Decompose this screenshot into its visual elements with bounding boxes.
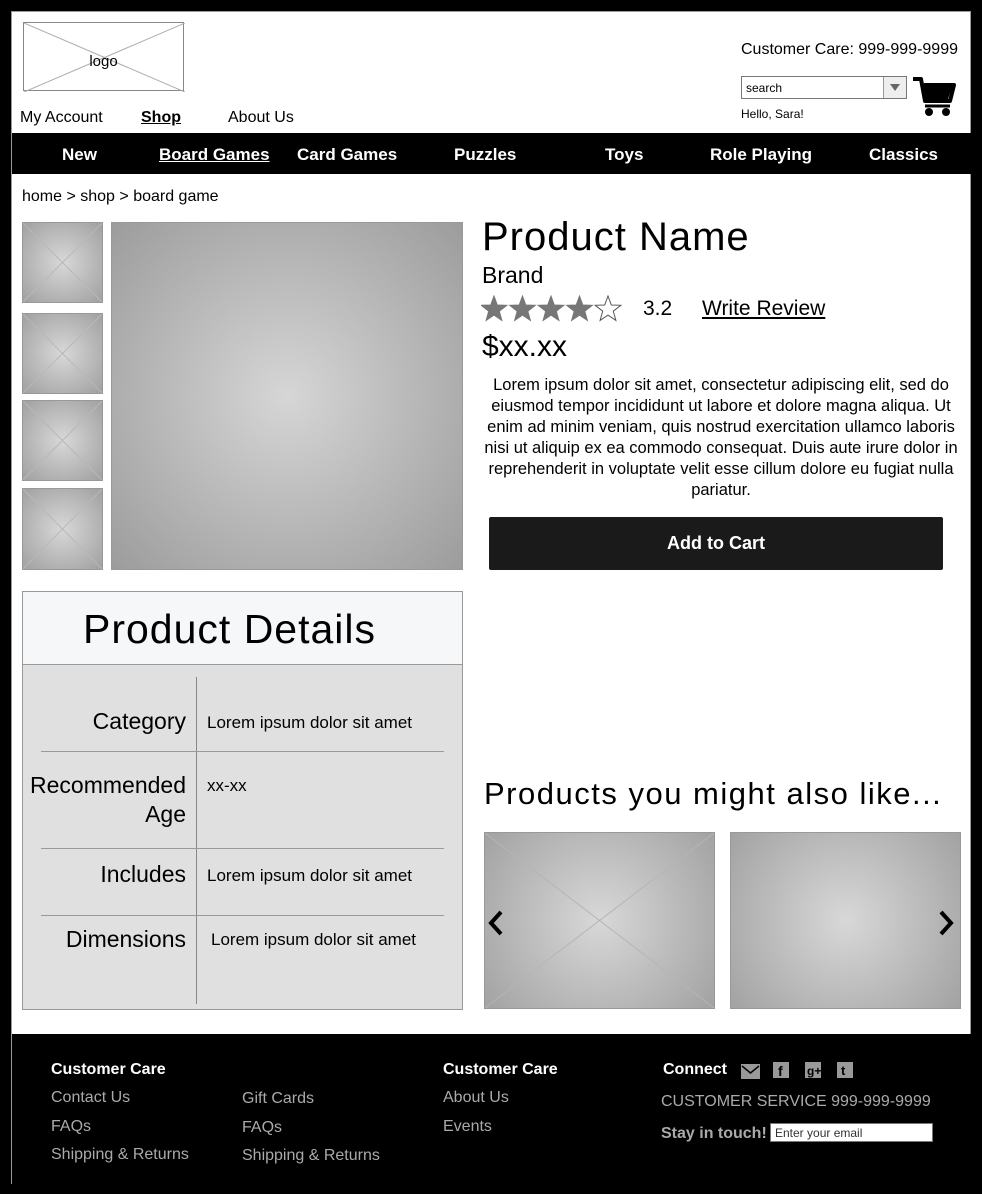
footer-link-faqs[interactable]: FAQs <box>51 1118 91 1136</box>
product-details-panel: Product Details Category Lorem ipsum dol… <box>22 591 463 1010</box>
product-main-image[interactable] <box>111 222 463 570</box>
footer-link-gift-cards[interactable]: Gift Cards <box>242 1090 314 1108</box>
facebook-icon[interactable]: f <box>773 1062 789 1078</box>
user-greeting: Hello, Sara! <box>741 107 804 121</box>
details-value-includes: Lorem ipsum dolor sit amet <box>207 866 413 885</box>
star-empty-icon[interactable] <box>593 295 623 322</box>
footer-link-faqs[interactable]: FAQs <box>242 1119 282 1137</box>
svg-text:g+: g+ <box>807 1064 821 1078</box>
category-classics[interactable]: Classics <box>869 145 938 165</box>
nav-my-account[interactable]: My Account <box>20 109 103 127</box>
product-thumbnail[interactable] <box>22 313 103 394</box>
svg-text:t: t <box>841 1063 846 1078</box>
image-placeholder-icon <box>23 489 102 569</box>
recommended-product[interactable] <box>730 832 961 1009</box>
details-row-divider <box>41 915 444 916</box>
details-value-dimensions: Lorem ipsum dolor sit amet <box>211 930 417 949</box>
logo-label: logo <box>89 53 118 70</box>
footer-col1-title: Customer Care <box>51 1061 166 1078</box>
recommended-product[interactable] <box>484 832 715 1009</box>
category-new[interactable]: New <box>62 145 97 165</box>
carousel-prev-icon[interactable] <box>488 910 504 936</box>
product-details-title: Product Details <box>83 606 377 652</box>
star-filled-icon[interactable] <box>536 295 566 322</box>
product-brand[interactable]: Brand <box>482 262 543 289</box>
image-placeholder-icon <box>23 223 102 302</box>
details-label-category: Category <box>92 708 186 734</box>
footer: Customer Care Contact Us FAQs Shipping &… <box>12 1034 972 1185</box>
search-dropdown-icon[interactable] <box>883 77 906 98</box>
category-board-games[interactable]: Board Games <box>159 145 270 165</box>
category-puzzles[interactable]: Puzzles <box>454 145 516 165</box>
write-review-link[interactable]: Write Review <box>702 297 825 321</box>
details-row-divider <box>41 848 444 849</box>
product-thumbnail[interactable] <box>22 400 103 481</box>
also-like-title: Products you might also like... <box>484 776 943 811</box>
footer-link-events[interactable]: Events <box>443 1118 492 1136</box>
product-description: Lorem ipsum dolor sit amet, consectetur … <box>484 376 958 499</box>
footer-service-phone: CUSTOMER SERVICE 999-999-9999 <box>661 1093 931 1110</box>
star-filled-icon[interactable] <box>508 295 537 322</box>
footer-link-shipping[interactable]: Shipping & Returns <box>51 1146 189 1164</box>
footer-link-about-us[interactable]: About Us <box>443 1089 509 1107</box>
footer-connect-title: Connect <box>663 1061 727 1078</box>
customer-care-phone: Customer Care: 999-999-9999 <box>740 41 958 58</box>
footer-link-shipping[interactable]: Shipping & Returns <box>242 1147 380 1165</box>
nav-about-us[interactable]: About Us <box>228 109 294 127</box>
add-to-cart-button[interactable]: Add to Cart <box>489 517 943 570</box>
breadcrumb[interactable]: home > shop > board game <box>22 188 219 206</box>
nav-shop[interactable]: Shop <box>141 109 181 127</box>
carousel-next-icon[interactable] <box>938 910 954 936</box>
product-thumbnail[interactable] <box>22 488 103 570</box>
rating-stars <box>481 295 623 322</box>
product-thumbnail[interactable] <box>22 222 103 303</box>
svg-text:f: f <box>778 1063 783 1078</box>
image-placeholder-icon <box>23 314 102 393</box>
footer-col3-title: Customer Care <box>443 1061 558 1078</box>
search-value: search <box>746 81 783 95</box>
product-price: $xx.xx <box>482 330 568 363</box>
google-plus-icon[interactable]: g+ <box>805 1062 821 1078</box>
twitter-icon[interactable]: t <box>837 1062 853 1078</box>
details-label-age: Recommended Age <box>30 772 186 827</box>
search-input[interactable]: search <box>741 76 907 99</box>
newsletter-email-input[interactable]: Enter your email <box>770 1123 933 1142</box>
star-filled-icon[interactable] <box>565 295 594 322</box>
details-label-dimensions: Dimensions <box>65 926 186 952</box>
rating-value: 3.2 <box>643 297 673 320</box>
product-name: Product Name <box>482 215 750 259</box>
logo[interactable]: logo <box>23 22 185 92</box>
product-details-header: Product Details <box>23 592 462 665</box>
email-icon[interactable] <box>741 1064 760 1079</box>
details-value-category: Lorem ipsum dolor sit amet <box>207 713 413 732</box>
category-bar: New Board Games Card Games Puzzles Toys … <box>12 133 972 174</box>
details-label-includes: Includes <box>100 861 186 887</box>
details-divider <box>196 677 197 1004</box>
star-filled-icon[interactable] <box>481 295 509 322</box>
image-placeholder-icon <box>23 401 102 480</box>
category-toys[interactable]: Toys <box>605 145 643 165</box>
details-value-age: xx-xx <box>207 776 247 795</box>
details-row-divider <box>41 751 444 752</box>
footer-link-contact-us[interactable]: Contact Us <box>51 1089 130 1107</box>
footer-stay-in-touch: Stay in touch! <box>661 1125 767 1142</box>
category-card-games[interactable]: Card Games <box>297 145 397 165</box>
category-role-playing[interactable]: Role Playing <box>710 145 812 165</box>
image-placeholder-icon <box>485 833 714 1008</box>
page: logo Customer Care: 999-999-9999 search … <box>11 11 972 1185</box>
cart-icon[interactable] <box>912 75 956 117</box>
